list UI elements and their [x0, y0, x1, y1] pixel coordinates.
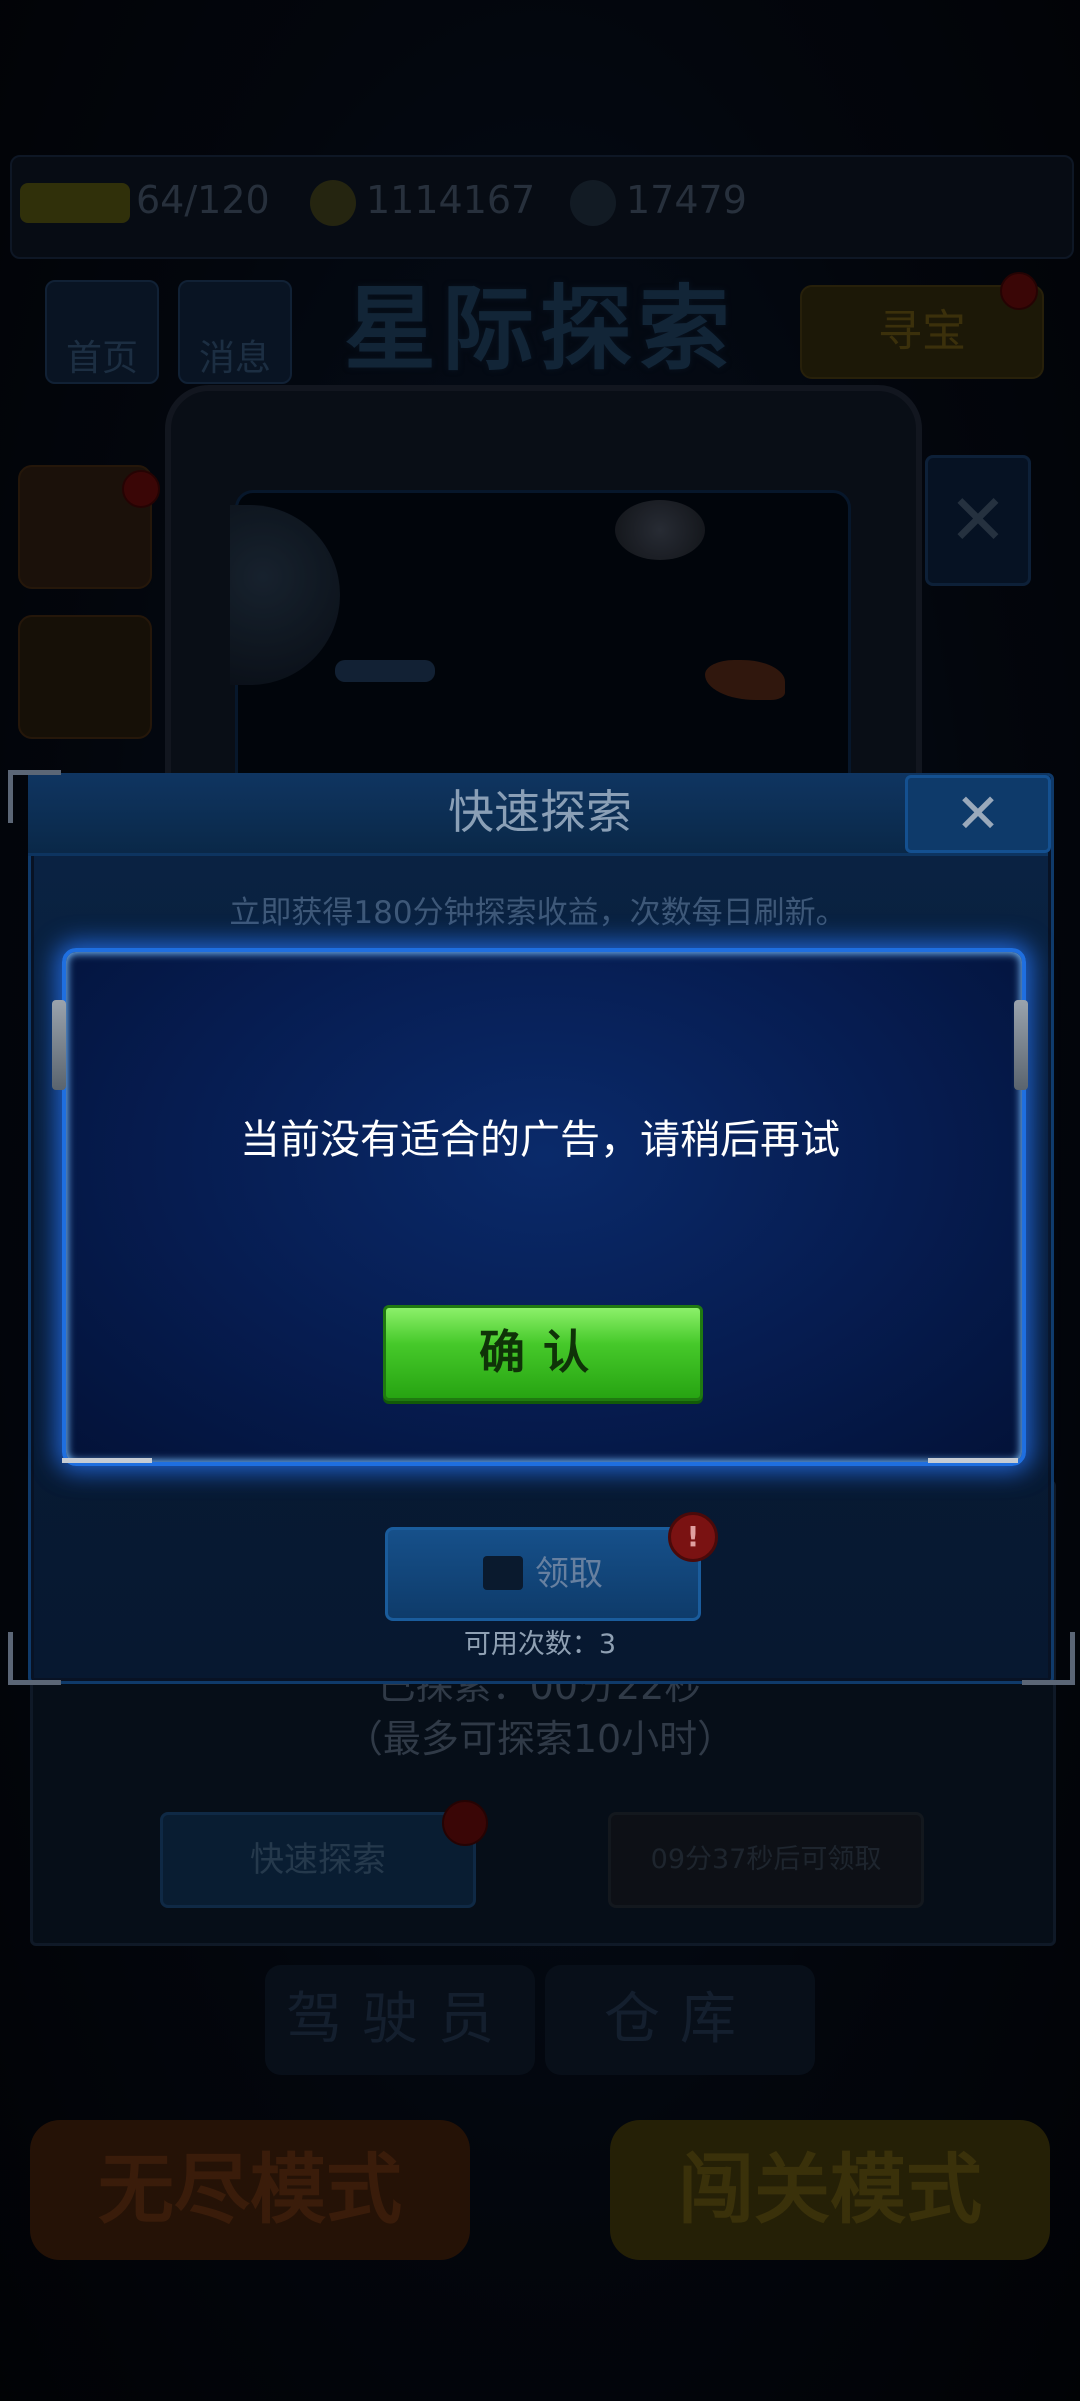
claim-alert-badge: !: [668, 1512, 718, 1562]
quick-explore-close-button[interactable]: ✕: [905, 775, 1051, 853]
alert-corner-right: [928, 1432, 1018, 1463]
quick-explore-description: 立即获得180分钟探索收益，次数每日刷新。: [229, 895, 847, 931]
claim-ad-button[interactable]: 领取: [385, 1527, 701, 1621]
alert-corner-left: [62, 1432, 152, 1463]
dialog-corner-top-left: [8, 770, 61, 823]
available-count: 可用次数：3: [463, 1629, 617, 1660]
dialog-corner-bottom-right: [1022, 1632, 1075, 1685]
alert-clip-right: [1014, 1000, 1028, 1090]
close-icon: ✕: [955, 782, 1001, 845]
alert-clip-left: [52, 1000, 66, 1090]
video-icon: [483, 1555, 523, 1590]
confirm-button[interactable]: 确认: [383, 1305, 703, 1401]
quick-explore-title: 快速探索: [448, 785, 632, 839]
alert-message: 当前没有适合的广告，请稍后再试: [240, 1117, 840, 1163]
dialog-corner-bottom-left: [8, 1632, 61, 1685]
